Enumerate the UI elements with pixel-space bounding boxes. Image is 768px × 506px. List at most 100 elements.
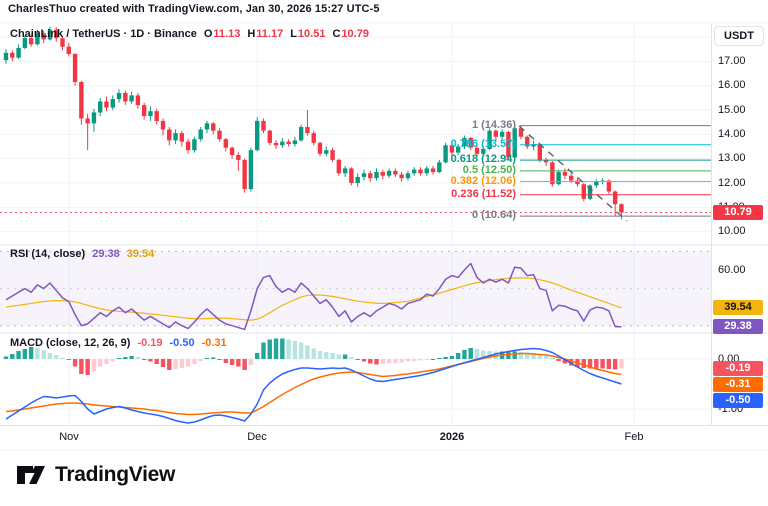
macd-histogram-bar	[180, 359, 184, 368]
candle-body	[337, 160, 341, 173]
macd-histogram-bar	[261, 343, 265, 360]
candle-body	[494, 131, 498, 137]
candle-body	[85, 119, 89, 124]
macd-histogram-bar	[60, 358, 64, 360]
macd-histogram-bar	[211, 358, 215, 360]
candle-body	[16, 48, 20, 58]
macd-histogram-bar	[73, 359, 77, 367]
candle-body	[318, 143, 322, 154]
candle-body	[92, 112, 96, 123]
candle-body	[123, 93, 127, 102]
candle-body	[355, 177, 359, 183]
macd-histogram-bar	[242, 359, 246, 370]
macd-histogram-bar	[582, 359, 586, 368]
rsi-legend-title[interactable]: RSI (14, close)	[10, 248, 85, 260]
candle-body	[111, 99, 115, 108]
macd-histogram-bar	[67, 359, 71, 360]
macd-histogram-bar	[104, 359, 108, 364]
close-value: C10.79	[332, 28, 368, 40]
candle-body	[305, 127, 309, 133]
trendline[interactable]	[519, 126, 627, 221]
macd-histogram-bar	[92, 359, 96, 372]
macd-histogram-bar	[268, 340, 272, 360]
macd-histogram-bar	[387, 359, 391, 364]
macd-histogram-bar	[280, 339, 284, 360]
macd-legend-title[interactable]: MACD (close, 12, 26, 9)	[10, 337, 130, 349]
macd-histogram-bar	[425, 359, 429, 360]
currency-toggle-button[interactable]: USDT	[714, 26, 764, 46]
tradingview-logo-text: TradingView	[55, 463, 175, 487]
candle-body	[129, 95, 133, 101]
candle-body	[79, 82, 83, 119]
candle-body	[324, 150, 328, 154]
macd-histogram-bar	[79, 359, 83, 374]
candle-body	[506, 132, 510, 158]
candle-body	[418, 170, 422, 174]
symbol-title[interactable]: ChainLink / TetherUS · 1D · Binance	[10, 28, 197, 40]
candle-body	[217, 131, 221, 140]
candle-body	[456, 147, 460, 153]
macd-histogram-bar	[594, 359, 598, 369]
candle-body	[167, 129, 171, 140]
macd-histogram-bar	[406, 359, 410, 362]
macd-histogram-bar	[224, 359, 228, 363]
candle-body	[142, 105, 146, 116]
macd-histogram-bar	[600, 359, 604, 369]
macd-histogram-bar	[173, 359, 177, 369]
macd-hist-value: -0.19	[137, 337, 162, 349]
rsi-legend: RSI (14, close) 29.38 39.54	[10, 248, 154, 260]
attribution-text: CharlesThuo created with TradingView.com…	[8, 3, 380, 15]
macd-histogram-bar	[255, 353, 259, 359]
rsi-ma-value: 39.54	[127, 248, 155, 260]
macd-histogram-bar	[399, 359, 403, 363]
candle-body	[255, 121, 259, 150]
candle-body	[607, 181, 611, 192]
macd-histogram-bar	[155, 359, 159, 364]
low-value: L10.51	[290, 28, 325, 40]
macd-histogram-bar	[136, 357, 140, 359]
macd-histogram-bar	[123, 357, 127, 359]
macd-histogram-bar	[431, 359, 435, 360]
macd-histogram-bar	[381, 359, 385, 364]
macd-histogram-bar	[148, 359, 152, 362]
candle-body	[619, 204, 623, 212]
candle-body	[230, 148, 234, 155]
candle-body	[550, 162, 554, 184]
candle-body	[563, 172, 567, 176]
candle-body	[205, 123, 209, 129]
macd-histogram-bar	[343, 355, 347, 360]
open-value: O11.13	[204, 28, 240, 40]
macd-histogram-bar	[443, 357, 447, 359]
candle-body	[443, 145, 447, 162]
candle-body	[173, 133, 177, 140]
rsi-value: 29.38	[92, 248, 120, 260]
candle-body	[381, 172, 385, 176]
macd-histogram-bar	[330, 353, 334, 359]
macd-histogram-bar	[167, 359, 171, 370]
tradingview-logo[interactable]: TradingView	[16, 462, 175, 488]
macd-histogram-bar	[98, 359, 102, 367]
macd-histogram-bar	[249, 359, 253, 365]
candle-body	[4, 53, 8, 60]
candle-body	[268, 131, 272, 143]
candle-body	[155, 111, 159, 121]
candle-body	[117, 93, 121, 99]
candle-body	[425, 168, 429, 173]
candle-body	[481, 149, 485, 154]
candle-body	[161, 121, 165, 130]
candle-body	[343, 168, 347, 173]
macd-histogram-bar	[192, 359, 196, 364]
macd-histogram-bar	[48, 353, 52, 359]
candle-body	[67, 47, 71, 54]
macd-histogram-bar	[418, 359, 422, 361]
macd-histogram-bar	[462, 350, 466, 359]
candle-body	[412, 170, 416, 174]
candle-body	[556, 172, 560, 184]
macd-histogram-bar	[54, 355, 58, 359]
candle-body	[299, 127, 303, 140]
macd-histogram-bar	[111, 359, 115, 362]
macd-line-value: -0.50	[170, 337, 195, 349]
macd-histogram-bar	[35, 348, 39, 359]
candle-body	[236, 155, 240, 160]
macd-histogram-bar	[142, 359, 146, 360]
